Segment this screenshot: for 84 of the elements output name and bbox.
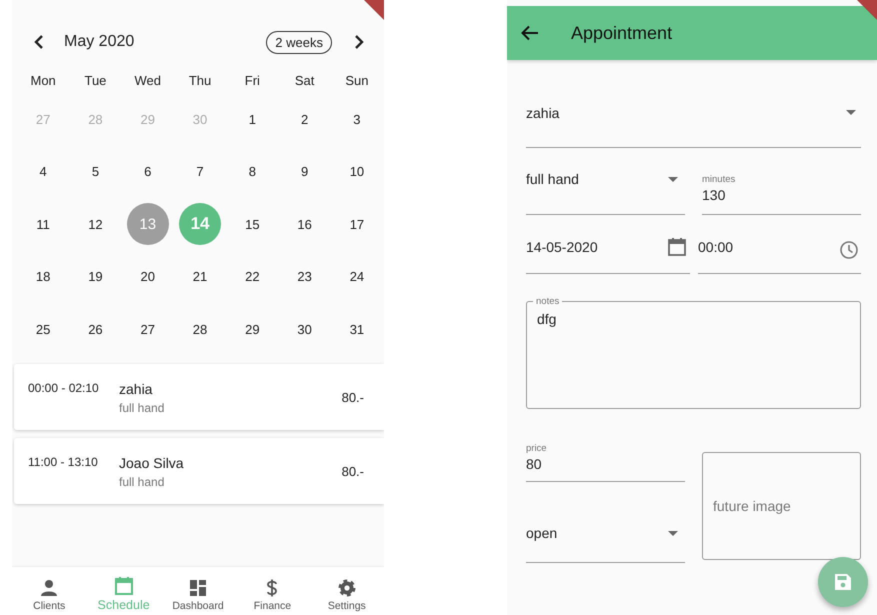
weekday-label: Wed — [133, 73, 162, 90]
notes-field[interactable]: notes dfg — [526, 296, 861, 409]
calendar-day[interactable]: 11 — [22, 203, 64, 246]
weekday-label: Thu — [188, 73, 212, 90]
nav-label: Settings — [328, 600, 366, 612]
calendar-day[interactable]: 29 — [231, 308, 274, 350]
calendar-day[interactable]: 24 — [336, 256, 378, 298]
calendar-day[interactable]: 30 — [284, 308, 326, 350]
weekday-label: Sat — [294, 73, 316, 90]
calendar-day[interactable]: 10 — [336, 150, 378, 193]
service-dropdown[interactable]: full hand — [526, 156, 685, 215]
calendar-day[interactable]: 22 — [231, 256, 274, 298]
calendar-day[interactable]: 3 — [336, 98, 378, 140]
field-label: minutes — [702, 174, 736, 185]
nav-label: Schedule — [98, 598, 150, 612]
calendar-day[interactable]: 9 — [284, 150, 326, 193]
calendar-day[interactable]: 15 — [231, 203, 274, 246]
caret-icon — [668, 176, 678, 182]
nav-label: Clients — [33, 600, 66, 612]
appointment-card[interactable]: 00:00 - 02:10 zahia full hand 80.- — [14, 364, 384, 430]
calendar-day[interactable]: 6 — [126, 150, 169, 193]
nav-label: Dashboard — [172, 600, 224, 612]
chevron-left-icon[interactable] — [34, 35, 44, 49]
calendar-day[interactable]: 26 — [74, 308, 116, 350]
nav-item[interactable]: Settings — [310, 567, 384, 615]
calendar-day[interactable]: 27 — [126, 308, 169, 350]
client-name: zahia — [119, 380, 154, 396]
appointment-time: 00:00 - 02:10 — [28, 380, 100, 394]
chevron-right-icon[interactable] — [354, 35, 364, 49]
appointment-time: 11:00 - 13:10 — [28, 454, 99, 468]
calendar-day[interactable]: 4 — [22, 150, 64, 193]
calendar-day[interactable]: 5 — [74, 150, 116, 193]
calendar-day[interactable]: 20 — [126, 256, 169, 298]
calendar-day[interactable]: 7 — [179, 150, 222, 193]
image-placeholder[interactable]: future image — [702, 452, 861, 560]
calendar-day[interactable]: 1 — [231, 98, 274, 140]
calendar-day[interactable]: 12 — [74, 203, 116, 246]
clock-icon[interactable] — [839, 240, 859, 260]
appointment-price: 80.- — [342, 464, 364, 478]
client-name: Joao Silva — [119, 454, 185, 470]
debug-ribbon — [857, 0, 877, 20]
calendar-day[interactable]: 19 — [74, 256, 116, 298]
calendar-day[interactable]: 16 — [284, 203, 326, 246]
service-name: full hand — [119, 474, 166, 488]
calendar-day[interactable]: 23 — [284, 256, 326, 298]
calendar-day[interactable]: 28 — [179, 308, 222, 350]
weekday-label: Sun — [344, 73, 370, 90]
calendar-icon — [114, 576, 134, 596]
calendar-day[interactable]: 18 — [22, 256, 64, 298]
client-dropdown[interactable]: zahia — [526, 90, 861, 148]
dashboard-icon — [188, 578, 208, 598]
field-label: notes — [535, 296, 560, 307]
debug-ribbon — [364, 0, 384, 20]
appointment-card[interactable]: 11:00 - 13:10 Joao Silva full hand 80.- — [14, 438, 384, 504]
date-field[interactable]: 14-05-2020 — [526, 231, 690, 274]
weekday-label: Fri — [244, 73, 261, 90]
calendar-day[interactable]: 21 — [179, 256, 222, 298]
weekday-label: Tue — [83, 73, 108, 90]
back-arrow-icon[interactable] — [521, 25, 539, 41]
calendar-day[interactable]: 17 — [336, 203, 378, 246]
calendar-day[interactable]: 25 — [22, 308, 64, 350]
nav-item[interactable]: Dashboard — [160, 567, 236, 615]
time-field[interactable]: 00:00 — [698, 231, 861, 274]
calendar-day[interactable]: 2 — [284, 98, 326, 140]
field-label: price — [526, 443, 548, 454]
service-name: full hand — [119, 400, 166, 414]
person-icon — [39, 578, 60, 598]
calendar-icon[interactable] — [667, 237, 687, 257]
calendar-day[interactable]: 8 — [231, 150, 274, 193]
nav-item[interactable]: Clients — [12, 567, 86, 615]
caret-icon — [668, 530, 678, 536]
nav-label: Finance — [254, 600, 292, 612]
screen-title: Appointment — [571, 22, 672, 44]
calendar-day[interactable]: 31 — [336, 308, 378, 350]
month-title: May 2020 — [64, 33, 134, 51]
format-button[interactable]: 2 weeks — [266, 30, 332, 54]
caret-icon — [846, 110, 856, 115]
minutes-field[interactable]: minutes 130 — [702, 156, 861, 215]
weekday-label: Mon — [30, 73, 57, 90]
price-field[interactable]: price 80 — [526, 442, 685, 482]
nav-item[interactable]: Finance — [235, 567, 310, 615]
status-dropdown[interactable]: open — [526, 518, 685, 563]
appointment-price: 80.- — [342, 390, 364, 404]
settings-icon — [336, 578, 357, 598]
